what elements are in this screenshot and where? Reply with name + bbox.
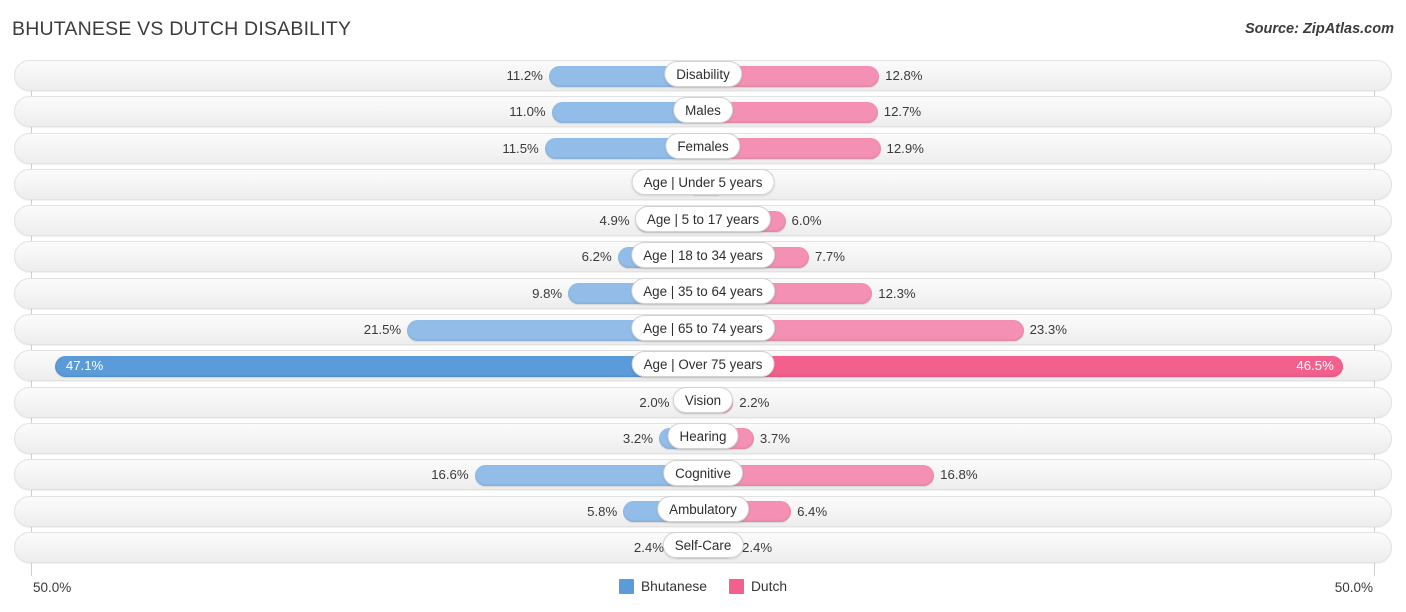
category-label-pill[interactable]: Age | 65 to 74 years (631, 314, 775, 341)
table-row[interactable]: 2.4% 2.4% Self-Care (0, 530, 1406, 566)
value-label-bhutanese: 5.8% (587, 503, 618, 519)
legend-label: Bhutanese (640, 579, 707, 594)
value-label-dutch: 12.7% (883, 104, 922, 120)
value-label-bhutanese: 11.0% (509, 104, 546, 120)
chart-plot-area: 11.2% 12.8% Disability 11.0% 12.7% Males 11.5%… (0, 58, 1406, 576)
value-label-dutch: 7.7% (814, 249, 845, 265)
bar-dutch[interactable] (703, 355, 1343, 377)
table-row[interactable]: 11.5% 12.9% Females (0, 131, 1406, 167)
chart-legend: Bhutanese Dutch (0, 579, 1406, 594)
legend-swatch-icon (728, 579, 744, 594)
table-row[interactable]: 3.2% 3.7% Hearing (0, 421, 1406, 457)
category-label-pill[interactable]: Age | 18 to 34 years (631, 241, 775, 268)
value-label-bhutanese: 16.6% (431, 467, 469, 483)
value-label-bhutanese: 11.2% (506, 68, 543, 83)
value-label-dutch: 12.9% (886, 140, 924, 156)
category-label-pill[interactable]: Males (673, 96, 733, 123)
value-label-bhutanese: 3.2% (622, 430, 653, 446)
category-label-pill[interactable]: Age | Under 5 years (631, 169, 775, 196)
value-label-dutch: 12.3% (878, 285, 916, 301)
table-row[interactable]: 4.9% 6.0% Age | 5 to 17 years (0, 203, 1406, 239)
category-label-pill[interactable]: Ambulatory (657, 496, 749, 523)
value-label-bhutanese: 47.1% (65, 358, 104, 374)
category-label-pill[interactable]: Age | 5 to 17 years (634, 205, 772, 232)
bar-bhutanese[interactable] (54, 355, 703, 377)
value-label-dutch: 16.8% (940, 467, 978, 483)
page-title: BHUTANESE VS DUTCH DISABILITY (12, 18, 352, 40)
table-row[interactable]: 6.2% 7.7% Age | 18 to 34 years (0, 239, 1406, 275)
value-label-bhutanese: 4.9% (599, 213, 630, 229)
value-label-dutch: 2.4% (742, 539, 773, 555)
table-row[interactable]: 9.8% 12.3% Age | 35 to 64 years (0, 276, 1406, 312)
table-row[interactable]: 21.5% 23.3% Age | 65 to 74 years (0, 312, 1406, 348)
table-row[interactable]: 16.6% 16.8% Cognitive (0, 457, 1406, 493)
category-label-pill[interactable]: Self-Care (662, 532, 744, 559)
value-label-dutch: 6.0% (791, 213, 822, 229)
value-label-bhutanese: 9.8% (532, 285, 563, 301)
legend-item[interactable]: Bhutanese (618, 579, 707, 594)
value-label-dutch: 23.3% (1029, 322, 1067, 338)
category-label-pill[interactable]: Age | 35 to 64 years (631, 278, 775, 305)
category-label-pill[interactable]: Disability (664, 60, 742, 87)
value-label-bhutanese: 2.4% (633, 539, 664, 555)
value-label-bhutanese: 11.5% (502, 140, 539, 156)
category-label-pill[interactable]: Vision (672, 387, 734, 414)
legend-item[interactable]: Dutch (728, 579, 788, 594)
value-label-bhutanese: 21.5% (363, 322, 402, 338)
table-row[interactable]: 2.0% 2.2% Vision (0, 385, 1406, 421)
value-label-bhutanese: 2.0% (639, 394, 670, 410)
value-label-dutch: 6.4% (797, 503, 828, 519)
table-row[interactable]: 1.2%1.7%Age | Under 5 years (0, 167, 1406, 203)
bar-rows-container: 11.2% 12.8% Disability 11.0% 12.7% Males 11.5%… (0, 58, 1406, 566)
value-label-dutch: 2.2% (739, 394, 770, 410)
value-label-bhutanese: 6.2% (581, 249, 612, 265)
chart-header: BHUTANESE VS DUTCH DISABILITY Source: Zi… (0, 0, 1406, 58)
category-label-pill[interactable]: Cognitive (663, 459, 743, 486)
category-label-pill[interactable]: Females (665, 133, 741, 160)
category-label-pill[interactable]: Age | Over 75 years (631, 350, 775, 377)
legend-label: Dutch (750, 579, 788, 594)
table-row[interactable]: 11.2% 12.8% Disability (0, 58, 1406, 94)
source-attribution: Source: ZipAtlas.com (1244, 21, 1394, 37)
table-row[interactable]: 5.8% 6.4% Ambulatory (0, 494, 1406, 530)
table-row[interactable]: 47.1% 46.5% Age | Over 75 years (0, 348, 1406, 384)
table-row[interactable]: 11.0% 12.7% Males (0, 94, 1406, 130)
value-label-dutch: 46.5% (1296, 358, 1334, 374)
value-label-dutch: 12.8% (885, 68, 923, 83)
category-label-pill[interactable]: Hearing (667, 423, 739, 450)
chart-footer: 50.0% 50.0% Bhutanese Dutch (0, 576, 1406, 612)
value-label-dutch: 3.7% (759, 430, 790, 446)
legend-swatch-icon (618, 579, 634, 594)
